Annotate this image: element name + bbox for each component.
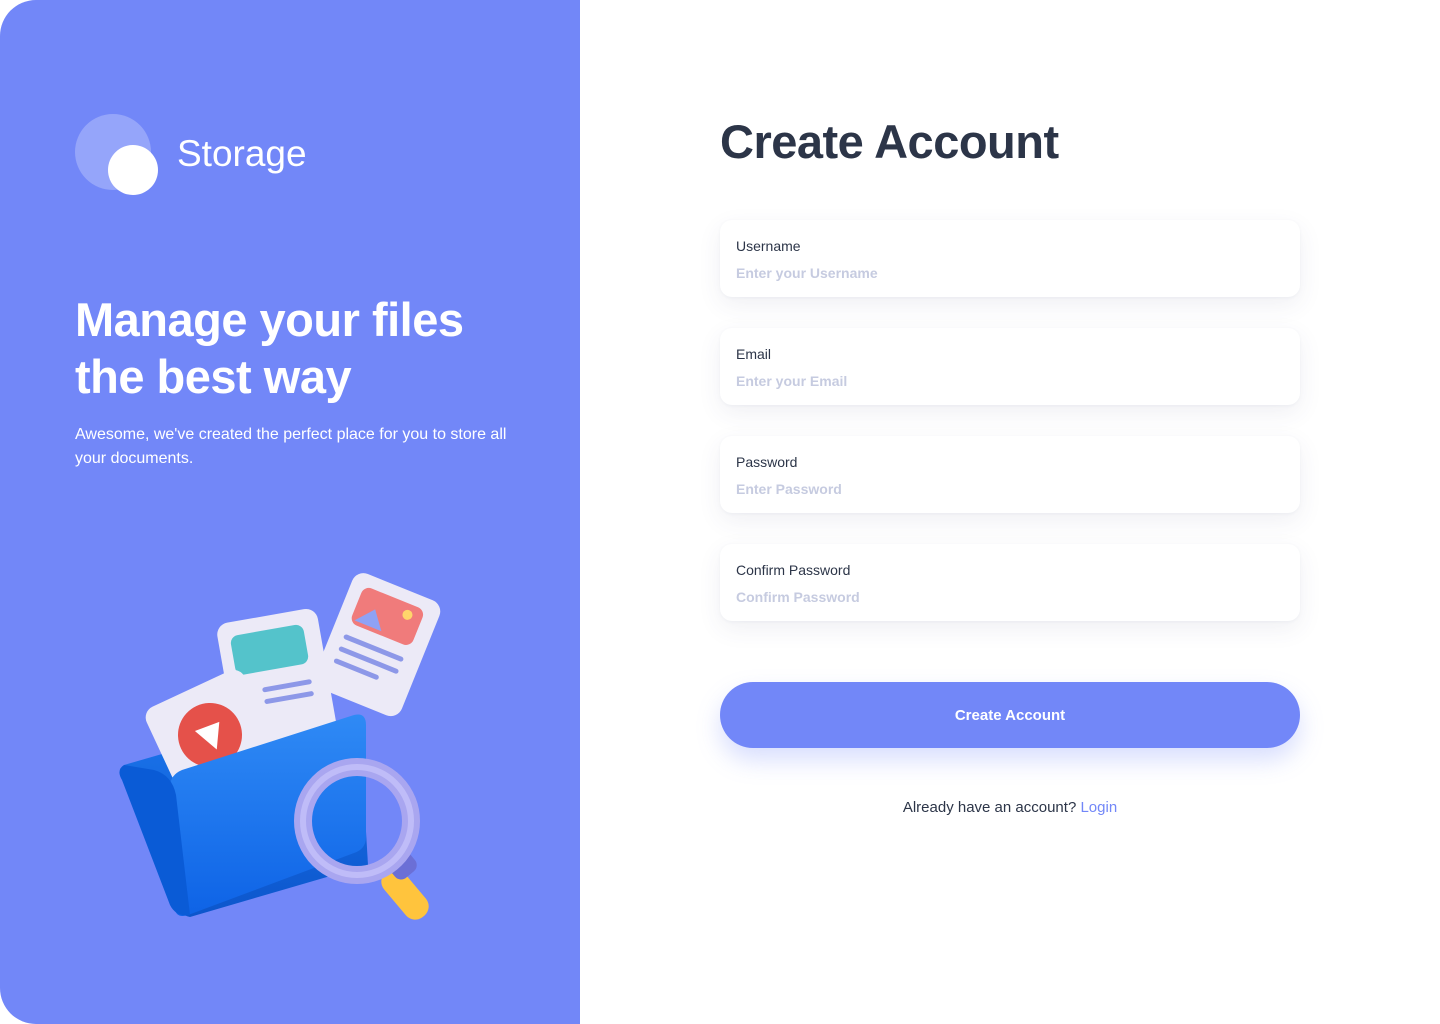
email-field: Email (720, 328, 1300, 405)
email-input[interactable] (736, 370, 1276, 392)
email-label: Email (736, 346, 772, 362)
password-field: Password (720, 436, 1300, 513)
brand-name: Storage (177, 133, 307, 174)
create-account-button[interactable]: Create Account (720, 682, 1300, 748)
hero-subtitle: Awesome, we've created the perfect place… (75, 426, 507, 467)
username-field: Username (720, 220, 1300, 297)
confirm-password-field: Confirm Password (720, 544, 1300, 621)
page-title: Create Account (720, 115, 1059, 168)
hero-headline: Manage your files the best way (75, 291, 535, 405)
username-input[interactable] (736, 262, 1276, 284)
username-label: Username (736, 238, 801, 254)
logo-circle-small (108, 145, 158, 195)
hero-headline-line2: the best way (75, 350, 352, 403)
password-label: Password (736, 454, 798, 470)
folder-illustration (119, 573, 441, 920)
confirm-password-label: Confirm Password (736, 562, 851, 578)
logo-icon (75, 114, 165, 204)
hero-headline-line1: Manage your files (75, 293, 464, 346)
login-link[interactable]: Login (1080, 799, 1117, 816)
confirm-password-input[interactable] (736, 586, 1276, 608)
hero-panel: Storage Manage your files the best way A… (0, 0, 580, 1024)
password-input[interactable] (736, 478, 1276, 500)
login-prompt-text: Already have an account? (902, 799, 1077, 816)
login-prompt: Already have an account? Login (720, 798, 1300, 818)
